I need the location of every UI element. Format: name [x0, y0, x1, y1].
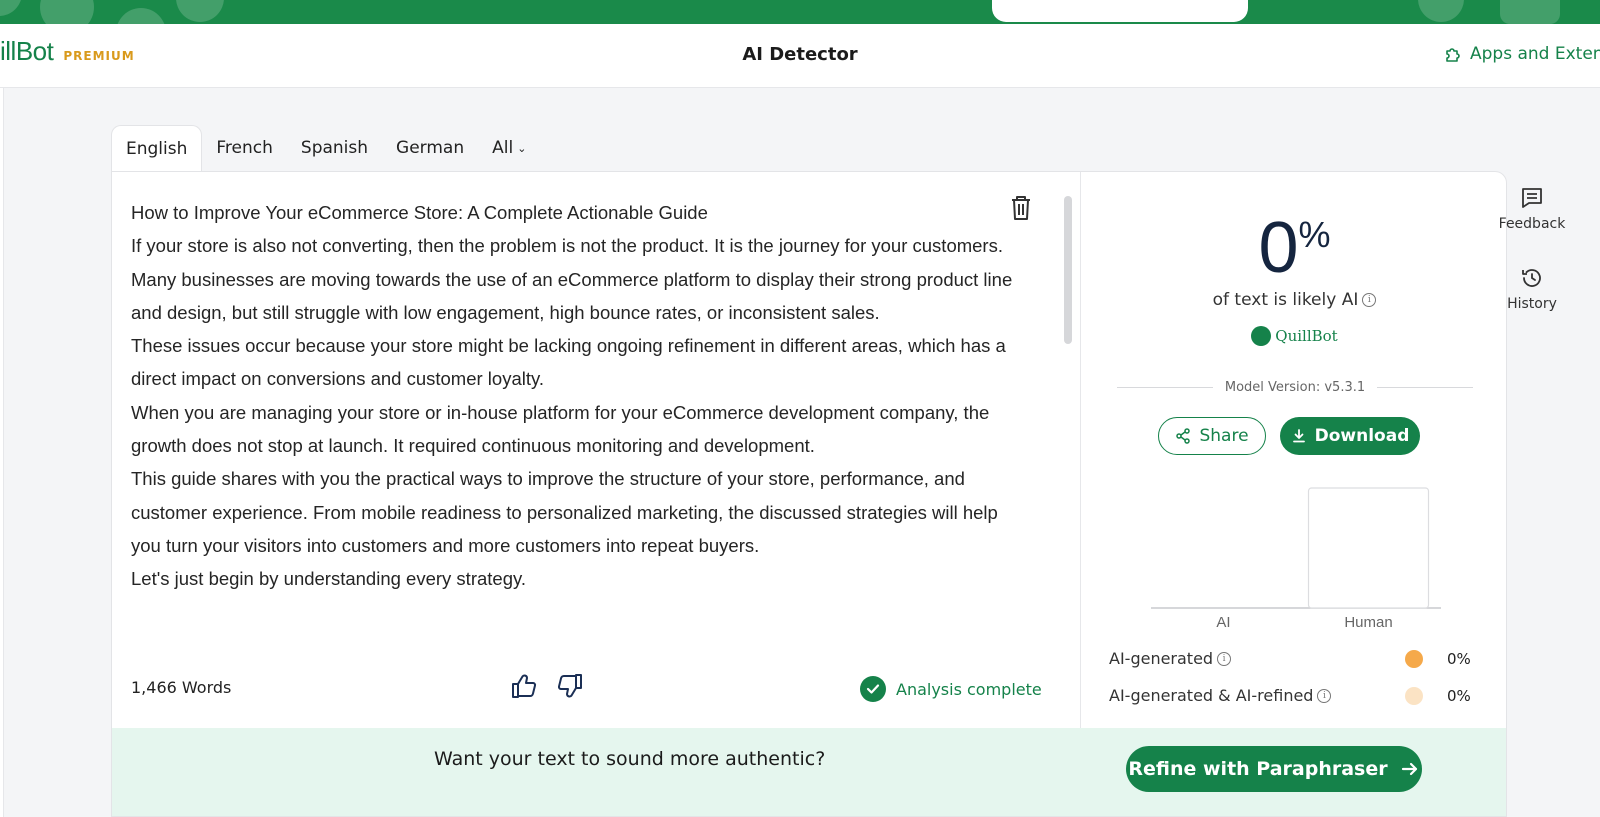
divider-line: [1117, 387, 1213, 388]
facebook-icon: [40, 0, 94, 24]
page-title: AI Detector: [742, 44, 858, 65]
model-version-row: Model Version: v5.3.1: [1117, 380, 1474, 395]
language-tabs: English French Spanish German All ⌄: [111, 125, 540, 171]
editor-scrollbar[interactable]: [1064, 196, 1072, 344]
legend-dot: [1405, 649, 1423, 668]
feedback-button[interactable]: Feedback: [1494, 186, 1570, 232]
tab-english[interactable]: English: [111, 125, 203, 171]
share-button[interactable]: Share: [1158, 417, 1266, 455]
result-panel: 0% of text is likely AI i QuillBot Model …: [1081, 172, 1506, 742]
history-button[interactable]: History: [1494, 266, 1570, 312]
tab-spanish[interactable]: Spanish: [287, 125, 382, 171]
check-circle-icon: [860, 676, 886, 702]
tab-german[interactable]: German: [382, 125, 478, 171]
percent-sign: %: [1298, 214, 1331, 255]
download-icon: [1292, 429, 1305, 443]
apps-link-label: Apps and Exten: [1470, 44, 1600, 64]
legend-value: 0%: [1447, 649, 1471, 668]
download-button[interactable]: Download: [1280, 417, 1420, 455]
editor-paragraph: When you are managing your store or in-h…: [131, 401, 990, 457]
left-sidebar-edge: [0, 88, 4, 817]
tab-all-dropdown[interactable]: All ⌄: [478, 125, 540, 171]
share-icon: [1176, 428, 1191, 444]
download-label: Download: [1314, 426, 1410, 446]
banner-decoration: [1418, 0, 1464, 22]
model-version: Model Version: v5.3.1: [1224, 380, 1366, 395]
top-header: illBot PREMIUM AI Detector Apps and Exte…: [0, 24, 1600, 88]
tab-label: All: [492, 138, 514, 158]
editor-paragraph: Many businesses are moving towards the u…: [131, 268, 1013, 323]
divider-line: [1377, 387, 1474, 388]
chart-category-label: AI: [1216, 614, 1230, 631]
twitter-icon: [116, 8, 166, 24]
feedback-icon: [1522, 188, 1542, 208]
chart-category-label: Human: [1344, 614, 1392, 631]
tab-label: French: [216, 138, 273, 158]
legend-ai-generated: AI-generated i 0%: [1109, 649, 1471, 668]
history-label: History: [1507, 296, 1557, 312]
notion-icon: [1500, 0, 1560, 24]
legend-ai-refined: AI-generated & AI-refined i 0%: [1109, 686, 1471, 705]
tab-label: German: [396, 138, 465, 158]
ai-human-bar-chart: AI Human: [1151, 487, 1441, 631]
legend-label: AI-generated & AI-refined: [1109, 686, 1314, 705]
ai-percentage-value: 0: [1258, 208, 1299, 288]
puzzle-icon: [1446, 48, 1460, 62]
ai-percentage: 0%: [1081, 212, 1506, 284]
likely-ai-label: of text is likely AI i: [1081, 290, 1506, 310]
chevron-down-icon: ⌄: [517, 141, 527, 155]
refine-with-paraphraser-button[interactable]: Refine with Paraphraser: [1126, 746, 1422, 792]
detector-card: How to Improve Your eCommerce Store: A C…: [111, 171, 1507, 817]
info-icon[interactable]: i: [1317, 688, 1332, 703]
editor-text-area[interactable]: How to Improve Your eCommerce Store: A C…: [131, 196, 1031, 596]
editor-paragraph: How to Improve Your eCommerce Store: A C…: [131, 202, 708, 223]
quillbot-robot-icon: [1251, 326, 1272, 346]
chart-bar-human: [1307, 487, 1430, 609]
feedback-thumbs: [510, 672, 584, 700]
editor-paragraph: If your store is also not converting, th…: [131, 235, 1003, 257]
legend-label: AI-generated: [1109, 649, 1214, 668]
tab-french[interactable]: French: [202, 125, 287, 171]
likely-ai-text: of text is likely AI: [1212, 290, 1359, 310]
promo-banner: [0, 0, 1600, 24]
tab-label: Spanish: [300, 138, 369, 158]
quillbot-brand: QuillBot: [1081, 326, 1506, 346]
arrow-right-icon: [1401, 762, 1417, 776]
text-editor[interactable]: How to Improve Your eCommerce Store: A C…: [112, 172, 1080, 742]
banner-decoration: [0, 0, 22, 16]
editor-paragraph: This guide shares with you the practical…: [131, 468, 998, 556]
status-label: Analysis complete: [896, 679, 1042, 699]
thumbs-up-icon[interactable]: [510, 672, 538, 700]
trash-icon[interactable]: [1008, 194, 1034, 222]
word-count: 1,466 Words: [131, 678, 232, 697]
legend-value: 0%: [1447, 686, 1471, 705]
editor-paragraph: These issues occur because your store mi…: [131, 335, 1006, 390]
share-label: Share: [1199, 426, 1249, 446]
promo-button[interactable]: [992, 0, 1248, 22]
editor-paragraph: Let's just begin by understanding every …: [131, 568, 527, 590]
cta-text: Want your text to sound more authentic?: [434, 748, 826, 770]
legend-dot: [1405, 686, 1423, 705]
info-icon[interactable]: i: [1217, 651, 1232, 666]
feedback-label: Feedback: [1498, 216, 1566, 232]
banner-decoration: [176, 0, 224, 22]
apps-and-extensions-link[interactable]: Apps and Exten: [1444, 44, 1600, 64]
brand-name: QuillBot: [1275, 327, 1338, 345]
history-icon: [1522, 269, 1541, 287]
cta-button-label: Refine with Paraphraser: [1128, 758, 1388, 780]
info-icon[interactable]: i: [1362, 293, 1377, 307]
tab-label: English: [126, 138, 188, 159]
paraphraser-cta-strip: Want your text to sound more authentic? …: [112, 728, 1506, 816]
thumbs-down-icon[interactable]: [556, 672, 584, 700]
analysis-status: Analysis complete: [860, 676, 1042, 702]
